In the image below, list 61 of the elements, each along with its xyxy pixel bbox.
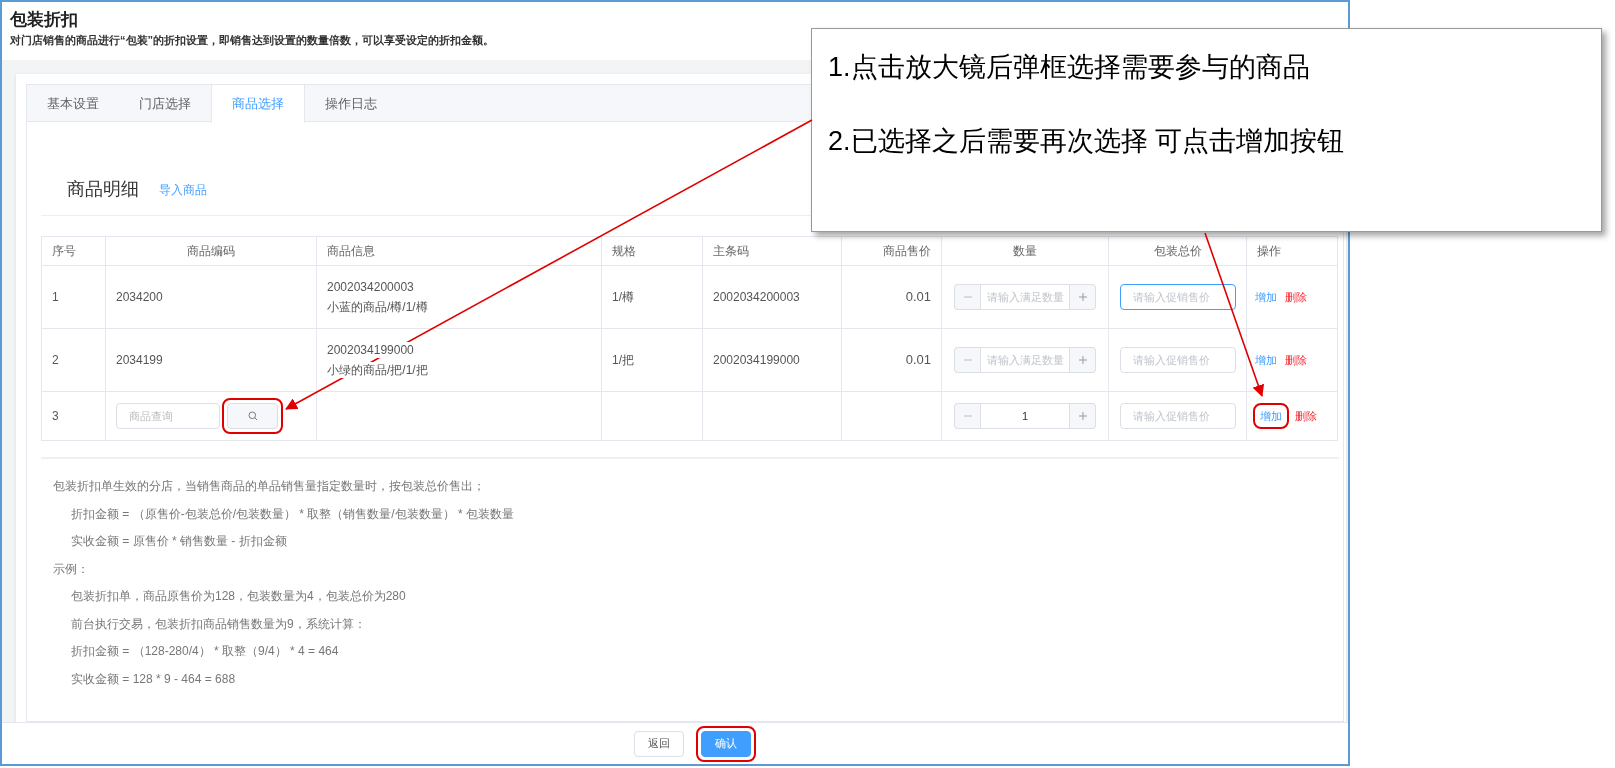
- table-cell: 0.01: [905, 289, 931, 305]
- section-title: 商品明细: [67, 178, 139, 201]
- page-description: 对门店销售的商品进行“包装”的折扣设置，即销售达到设置的数量倍数，可以享受设定的折扣金额。: [10, 33, 495, 48]
- table-cell: 1: [52, 290, 59, 304]
- delete-link[interactable]: 删除: [1293, 407, 1319, 425]
- increment-button[interactable]: [1070, 403, 1096, 429]
- column-header: 主条码: [702, 236, 842, 266]
- note-text: 折扣金额 = （128-280/4） * 取整（9/4） * 4 = 464: [70, 643, 340, 660]
- column-header: 操作: [1246, 236, 1338, 266]
- note-text: 包装折扣单生效的分店，当销售商品的单品销售量指定数量时，按包装总价售出；: [53, 478, 486, 495]
- table-cell: 2002034199000: [327, 342, 414, 358]
- column-header: 规格: [601, 236, 703, 266]
- tab[interactable]: 商品选择: [211, 85, 305, 123]
- table-cell: 小绿的商品/把/1/把: [327, 362, 428, 378]
- table-cell: 小蓝的商品/樽/1/樽: [327, 299, 428, 315]
- search-field[interactable]: 商品查询: [116, 403, 220, 429]
- add-link[interactable]: 增加: [1258, 407, 1284, 425]
- add-link[interactable]: 增加: [1253, 288, 1279, 306]
- import-link[interactable]: 导入商品: [159, 181, 207, 199]
- plus-icon: [1077, 411, 1088, 421]
- callout-text: 1.点击放大镜后弹框选择需要参与的商品: [828, 51, 1310, 84]
- delete-link[interactable]: 删除: [1283, 288, 1309, 306]
- note-text: 折扣金额 = （原售价-包装总价/包装数量） * 取整（销售数量/包装数量） * 包装数量: [70, 505, 515, 523]
- increment-button[interactable]: [1070, 284, 1096, 310]
- plus-icon: [1077, 292, 1088, 302]
- table-cell: 1/樽: [612, 290, 634, 304]
- quantity-field[interactable]: 1: [980, 403, 1070, 429]
- tab[interactable]: 门店选择: [119, 85, 211, 122]
- delete-link[interactable]: 删除: [1283, 351, 1309, 369]
- decrement-button[interactable]: [954, 403, 980, 429]
- confirm-button[interactable]: 确认: [701, 730, 751, 757]
- table-cell: 3: [52, 409, 59, 423]
- note-text: 包装折扣单，商品原售价为128，包装数量为4，包装总价为280: [70, 588, 407, 605]
- plus-icon: [1077, 355, 1088, 365]
- back-button[interactable]: 返回: [634, 730, 684, 757]
- decrement-button[interactable]: [954, 284, 980, 310]
- column-header: 商品信息: [316, 236, 602, 266]
- note-text: 实收金额 = 原售价 * 销售数量 - 折扣金额: [70, 533, 288, 550]
- table-cell: 2034200: [116, 290, 163, 304]
- add-link[interactable]: 增加: [1253, 351, 1279, 369]
- callout-text: 2.已选择之后需要再次选择 可点击增加按钮: [828, 125, 1345, 158]
- note-text: 前台执行交易，包装折扣商品销售数量为9，系统计算：: [70, 615, 367, 633]
- table-cell: 2034199: [116, 353, 163, 367]
- tab[interactable]: 操作日志: [305, 85, 397, 122]
- column-header: 商品售价: [841, 236, 942, 266]
- column-header: 商品编码: [105, 236, 317, 266]
- note-text: 实收金额 = 128 * 9 - 464 = 688: [70, 670, 237, 688]
- tab[interactable]: 基本设置: [27, 85, 119, 122]
- search-icon: [247, 411, 258, 421]
- table-cell: 2002034200003: [713, 290, 800, 304]
- column-header: 序号: [41, 236, 106, 266]
- note-text: 示例：: [53, 560, 90, 578]
- decrement-button[interactable]: [954, 347, 980, 373]
- column-header: 包装总价: [1108, 236, 1247, 266]
- increment-button[interactable]: [1070, 347, 1096, 373]
- column-header: 数量: [941, 236, 1109, 266]
- table-cell: 2: [52, 353, 59, 367]
- table-cell: 0.01: [905, 352, 931, 368]
- table-cell: 1/把: [612, 353, 634, 367]
- page-title: 包装折扣: [10, 9, 79, 31]
- table-cell: 2002034199000: [713, 353, 800, 367]
